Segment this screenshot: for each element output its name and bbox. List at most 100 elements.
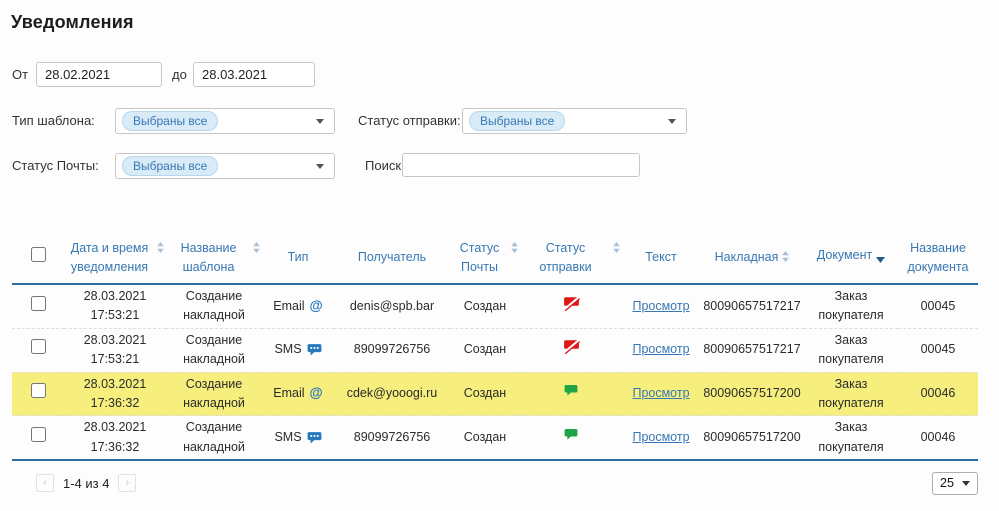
message-sent-icon — [564, 384, 578, 397]
chevron-down-icon — [962, 481, 970, 486]
template-name-cell: Создание накладной — [166, 284, 262, 328]
selected-all-badge: Выбраны все — [122, 111, 218, 131]
selected-all-badge: Выбраны все — [122, 156, 218, 176]
notifications-table: Дата и время уведомления Название шаблона… — [12, 232, 978, 461]
send-status-dropdown[interactable]: Выбраны все — [462, 108, 687, 134]
chevron-down-icon — [316, 119, 324, 124]
document-cell: Заказ покупателя — [804, 284, 898, 328]
send-status-label: Статус отправки: — [358, 108, 461, 134]
column-header-recipient: Получатель — [334, 232, 450, 284]
template-name-cell: Создание накладной — [166, 328, 262, 372]
type-cell: Email @ — [262, 372, 334, 416]
column-label: Накладная — [715, 248, 779, 266]
chevron-down-icon — [316, 164, 324, 169]
column-header-document_name: Название документа — [898, 232, 978, 284]
pagination-range: 1-4 из 4 — [63, 476, 109, 491]
sort-updown-icon[interactable] — [782, 249, 789, 267]
view-link[interactable]: Просмотр — [632, 342, 689, 356]
type-label: Email — [273, 384, 304, 403]
recipient-cell: 89099726756 — [334, 416, 450, 460]
page-size-select[interactable]: 25 — [932, 472, 978, 495]
chevron-down-icon — [668, 119, 676, 124]
row-select-cell — [12, 328, 64, 372]
notification-time: 17:53:21 — [67, 350, 163, 369]
view-link[interactable]: Просмотр — [632, 430, 689, 444]
column-header-document[interactable]: Документ — [804, 232, 898, 284]
notification-date: 28.03.2021 — [67, 418, 163, 437]
row-checkbox[interactable] — [31, 383, 46, 398]
sms-bubble-icon — [307, 431, 322, 445]
sort-down-icon[interactable] — [876, 250, 885, 268]
table-row: 28.03.202117:36:32Создание накладнойSMS8… — [12, 416, 978, 460]
type-cell: SMS — [262, 328, 334, 372]
table-header-row: Дата и время уведомления Название шаблона… — [12, 232, 978, 284]
datetime-cell: 28.03.202117:36:32 — [64, 416, 166, 460]
column-label: Название шаблона — [168, 239, 249, 275]
datetime-cell: 28.03.202117:36:32 — [64, 372, 166, 416]
document-cell: Заказ покупателя — [804, 416, 898, 460]
date-to-input[interactable] — [193, 62, 315, 87]
table-row: 28.03.202117:53:21Создание накладнойSMS8… — [12, 328, 978, 372]
date-filter-row: От до — [12, 62, 972, 88]
sort-updown-icon[interactable] — [253, 240, 260, 258]
invoice-cell: 80090657517217 — [700, 284, 804, 328]
view-link[interactable]: Просмотр — [632, 299, 689, 313]
column-header-send_status[interactable]: Статус отправки — [520, 232, 622, 284]
recipient-cell: 89099726756 — [334, 328, 450, 372]
document-cell: Заказ покупателя — [804, 328, 898, 372]
column-label: Дата и время уведомления — [66, 239, 153, 275]
column-label: Статус отправки — [522, 239, 609, 275]
sort-updown-icon[interactable] — [157, 240, 164, 258]
column-label: Статус Почты — [452, 239, 507, 275]
email-at-icon: @ — [310, 383, 323, 404]
filter-row-2: Статус Почты: Выбраны все Поиск: — [12, 153, 972, 179]
table-row: 28.03.202117:36:32Создание накладнойEmai… — [12, 372, 978, 416]
notification-time: 17:36:32 — [67, 438, 163, 457]
search-input[interactable] — [402, 153, 640, 177]
notifications-page: Уведомления От до Тип шаблона: Выбраны в… — [0, 0, 999, 511]
message-failed-icon — [563, 339, 580, 354]
template-type-label: Тип шаблона: — [12, 108, 95, 134]
send-status-cell — [520, 328, 622, 372]
row-select-cell — [12, 284, 64, 328]
row-checkbox[interactable] — [31, 296, 46, 311]
notification-date: 28.03.2021 — [67, 331, 163, 350]
send-status-cell — [520, 372, 622, 416]
invoice-cell: 80090657517217 — [700, 328, 804, 372]
text-cell: Просмотр — [622, 328, 700, 372]
filter-row-1: Тип шаблона: Выбраны все Статус отправки… — [12, 108, 972, 134]
pagination: ‹ 1-4 из 4 › — [36, 474, 136, 492]
template-type-dropdown[interactable]: Выбраны все — [115, 108, 335, 134]
column-header-datetime[interactable]: Дата и время уведомления — [64, 232, 166, 284]
notification-time: 17:53:21 — [67, 306, 163, 325]
sort-updown-icon[interactable] — [511, 240, 518, 258]
page-size-value: 25 — [940, 476, 954, 490]
column-header-invoice[interactable]: Накладная — [700, 232, 804, 284]
row-select-cell — [12, 372, 64, 416]
mail-status-label: Статус Почты: — [12, 153, 99, 179]
mail-status-dropdown[interactable]: Выбраны все — [115, 153, 335, 179]
search-label: Поиск: — [365, 153, 405, 179]
sort-updown-icon[interactable] — [613, 240, 620, 258]
text-cell: Просмотр — [622, 416, 700, 460]
view-link[interactable]: Просмотр — [632, 386, 689, 400]
text-cell: Просмотр — [622, 284, 700, 328]
text-cell: Просмотр — [622, 372, 700, 416]
column-label: Тип — [288, 248, 309, 266]
table-row: 28.03.202117:53:21Создание накладнойEmai… — [12, 284, 978, 328]
document-name-cell: 00046 — [898, 416, 978, 460]
prev-page-button[interactable]: ‹ — [36, 474, 54, 492]
template-name-cell: Создание накладной — [166, 416, 262, 460]
next-page-button[interactable]: › — [118, 474, 136, 492]
row-checkbox[interactable] — [31, 339, 46, 354]
row-checkbox[interactable] — [31, 427, 46, 442]
notification-date: 28.03.2021 — [67, 287, 163, 306]
column-header-template[interactable]: Название шаблона — [166, 232, 262, 284]
date-from-input[interactable] — [36, 62, 162, 87]
select-all-checkbox[interactable] — [31, 247, 46, 262]
column-header-mail_status[interactable]: Статус Почты — [450, 232, 520, 284]
page-title: Уведомления — [11, 12, 134, 33]
document-cell: Заказ покупателя — [804, 372, 898, 416]
send-status-cell — [520, 416, 622, 460]
column-label: Текст — [645, 248, 676, 266]
